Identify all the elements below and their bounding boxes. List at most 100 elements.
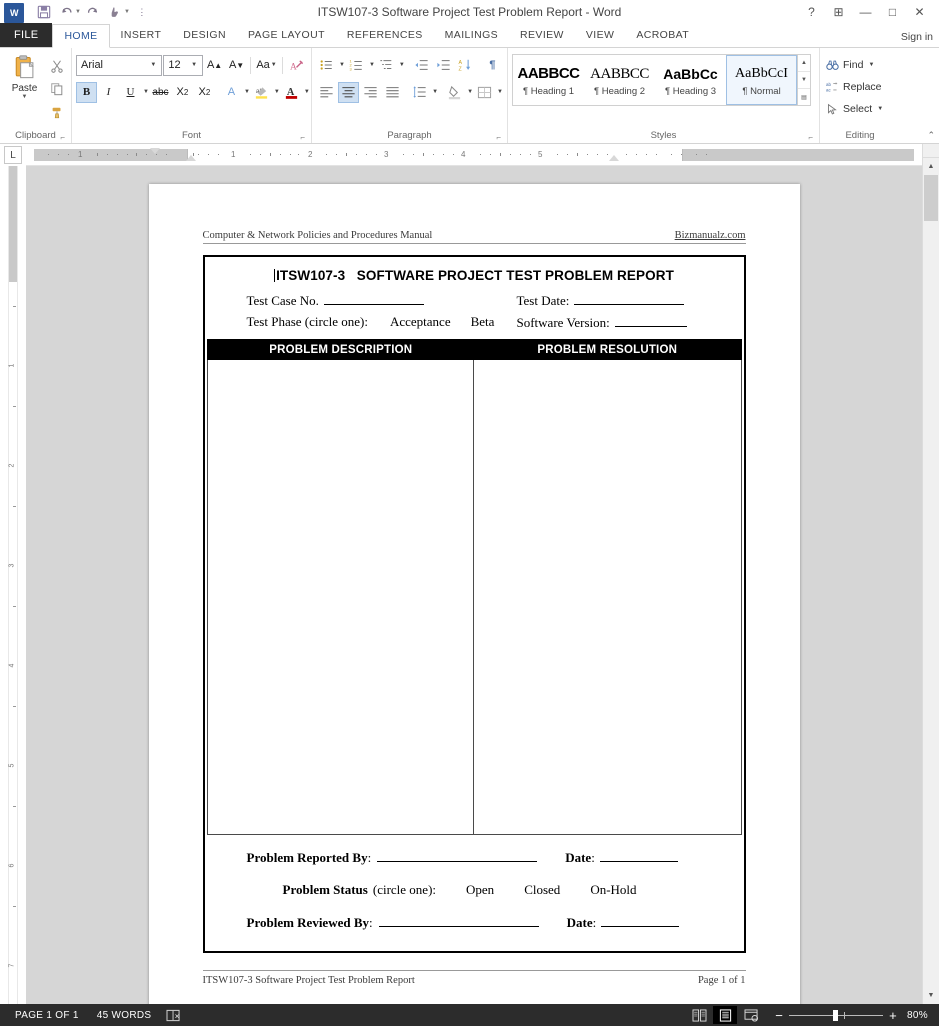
format-painter-icon[interactable] bbox=[47, 104, 67, 123]
help-icon[interactable]: ? bbox=[798, 1, 825, 23]
horizontal-ruler[interactable]: 1 1 2 3 4 5 bbox=[26, 144, 922, 166]
text-effects-icon[interactable]: A bbox=[221, 82, 242, 103]
zoom-slider[interactable] bbox=[789, 1015, 883, 1016]
text-highlight-icon[interactable]: ab bbox=[251, 82, 272, 103]
redo-icon[interactable] bbox=[83, 2, 103, 22]
borders-icon[interactable] bbox=[474, 82, 495, 103]
paste-button[interactable]: Paste ▼ bbox=[4, 51, 45, 128]
style-heading-1[interactable]: AABBCC ¶ Heading 1 bbox=[513, 55, 584, 105]
scroll-up-icon[interactable]: ▲ bbox=[923, 158, 939, 175]
copy-icon[interactable] bbox=[47, 80, 67, 99]
styles-more-icon[interactable]: ▤ bbox=[798, 89, 810, 105]
justify-icon[interactable] bbox=[382, 82, 403, 103]
minimize-icon[interactable]: — bbox=[852, 1, 879, 23]
test-date-input[interactable] bbox=[574, 292, 684, 305]
tab-acrobat[interactable]: ACROBAT bbox=[625, 23, 700, 47]
undo-icon[interactable] bbox=[56, 2, 76, 22]
tab-view[interactable]: VIEW bbox=[575, 23, 625, 47]
first-line-indent-marker[interactable] bbox=[150, 148, 160, 154]
scroll-track[interactable] bbox=[923, 175, 939, 987]
zoom-in-button[interactable]: + bbox=[889, 1009, 897, 1022]
tab-references[interactable]: REFERENCES bbox=[336, 23, 434, 47]
save-icon[interactable] bbox=[34, 2, 54, 22]
style-heading-2[interactable]: AABBCC ¶ Heading 2 bbox=[584, 55, 655, 105]
italic-button[interactable]: I bbox=[98, 82, 119, 103]
zoom-slider-thumb[interactable] bbox=[833, 1010, 838, 1021]
find-button[interactable]: Find ▼ bbox=[824, 55, 896, 75]
tab-file[interactable]: FILE bbox=[0, 23, 52, 47]
styles-scroll-down-icon[interactable]: ▼ bbox=[798, 72, 810, 89]
tab-review[interactable]: REVIEW bbox=[509, 23, 575, 47]
tab-stop-selector[interactable]: L bbox=[4, 146, 22, 164]
print-layout-icon[interactable] bbox=[713, 1006, 737, 1024]
style-normal[interactable]: AaBbCcI ¶ Normal bbox=[726, 55, 797, 105]
scroll-down-icon[interactable]: ▼ bbox=[923, 987, 939, 1004]
table-cell-resolution[interactable] bbox=[474, 360, 741, 834]
change-case-icon[interactable]: Aa▼ bbox=[254, 55, 279, 76]
bullets-dropdown-icon[interactable]: ▼ bbox=[339, 62, 345, 68]
font-dialog-launcher-icon[interactable]: ⌐ bbox=[300, 134, 305, 142]
status-option-on-hold[interactable]: On-Hold bbox=[590, 882, 636, 898]
customize-qat-icon[interactable]: ⋮ bbox=[132, 2, 152, 22]
font-color-icon[interactable]: A bbox=[281, 82, 302, 103]
align-left-icon[interactable] bbox=[316, 82, 337, 103]
paragraph-dialog-launcher-icon[interactable]: ⌐ bbox=[496, 134, 501, 142]
shading-icon[interactable] bbox=[444, 82, 465, 103]
touch-mode-dropdown-icon[interactable]: ▼ bbox=[124, 9, 130, 15]
text-effects-dropdown-icon[interactable]: ▼ bbox=[244, 89, 250, 95]
test-case-input[interactable] bbox=[324, 292, 424, 305]
table-cell-description[interactable] bbox=[208, 360, 475, 834]
spell-check-icon[interactable]: ✕ bbox=[160, 1009, 187, 1022]
page-indicator[interactable]: PAGE 1 OF 1 bbox=[6, 1010, 88, 1021]
align-center-icon[interactable] bbox=[338, 82, 359, 103]
test-phase-option-beta[interactable]: Beta bbox=[471, 314, 495, 330]
zoom-out-button[interactable]: − bbox=[775, 1009, 783, 1022]
tab-design[interactable]: DESIGN bbox=[172, 23, 237, 47]
numbering-icon[interactable]: 123 bbox=[346, 55, 367, 76]
styles-dialog-launcher-icon[interactable]: ⌐ bbox=[808, 134, 813, 142]
maximize-icon[interactable]: □ bbox=[879, 1, 906, 23]
line-spacing-dropdown-icon[interactable]: ▼ bbox=[432, 89, 438, 95]
bullets-icon[interactable] bbox=[316, 55, 337, 76]
document-page[interactable]: Computer & Network Policies and Procedur… bbox=[149, 184, 800, 1004]
software-version-input[interactable] bbox=[615, 314, 687, 327]
borders-dropdown-icon[interactable]: ▼ bbox=[497, 89, 503, 95]
read-mode-icon[interactable] bbox=[687, 1006, 711, 1024]
grow-font-icon[interactable]: A▲ bbox=[204, 55, 225, 76]
reported-date-input[interactable] bbox=[600, 849, 678, 862]
font-color-dropdown-icon[interactable]: ▼ bbox=[304, 89, 310, 95]
shrink-font-icon[interactable]: A▼ bbox=[226, 55, 247, 76]
font-name-combo[interactable]: Arial ▼ bbox=[76, 55, 162, 76]
vertical-scrollbar[interactable]: ▲ ▼ bbox=[922, 144, 939, 1004]
shading-dropdown-icon[interactable]: ▼ bbox=[467, 89, 473, 95]
font-size-combo[interactable]: 12 ▼ bbox=[163, 55, 203, 76]
status-option-closed[interactable]: Closed bbox=[524, 882, 560, 898]
tab-page-layout[interactable]: PAGE LAYOUT bbox=[237, 23, 336, 47]
sign-in-link[interactable]: Sign in bbox=[901, 31, 939, 47]
styles-scroll-up-icon[interactable]: ▲ bbox=[798, 55, 810, 72]
underline-dropdown-icon[interactable]: ▼ bbox=[143, 89, 149, 95]
paste-dropdown-icon[interactable]: ▼ bbox=[22, 94, 28, 100]
font-size-dropdown-icon[interactable]: ▼ bbox=[187, 62, 201, 68]
select-button[interactable]: Select ▼ bbox=[824, 99, 896, 119]
zoom-level-label[interactable]: 80% bbox=[903, 1010, 933, 1021]
tab-insert[interactable]: INSERT bbox=[110, 23, 173, 47]
numbering-dropdown-icon[interactable]: ▼ bbox=[369, 62, 375, 68]
right-indent-marker[interactable] bbox=[609, 155, 619, 161]
subscript-button[interactable]: X2 bbox=[172, 82, 193, 103]
ribbon-display-options-icon[interactable]: ⊞ bbox=[825, 1, 852, 23]
style-heading-3[interactable]: AaBbCc ¶ Heading 3 bbox=[655, 55, 726, 105]
reported-by-input[interactable] bbox=[377, 849, 537, 862]
align-right-icon[interactable] bbox=[360, 82, 381, 103]
hanging-indent-marker[interactable] bbox=[186, 155, 196, 161]
show-formatting-marks-icon[interactable]: ¶ bbox=[482, 55, 503, 76]
collapse-ribbon-icon[interactable]: ⌃ bbox=[927, 130, 935, 141]
find-dropdown-icon[interactable]: ▼ bbox=[868, 62, 874, 68]
touch-mode-icon[interactable] bbox=[105, 2, 125, 22]
word-count[interactable]: 45 WORDS bbox=[88, 1010, 161, 1021]
cut-icon[interactable] bbox=[47, 56, 67, 75]
select-dropdown-icon[interactable]: ▼ bbox=[877, 106, 883, 112]
bold-button[interactable]: B bbox=[76, 82, 97, 103]
sort-icon[interactable]: AZ bbox=[455, 55, 476, 76]
decrease-indent-icon[interactable] bbox=[411, 55, 432, 76]
